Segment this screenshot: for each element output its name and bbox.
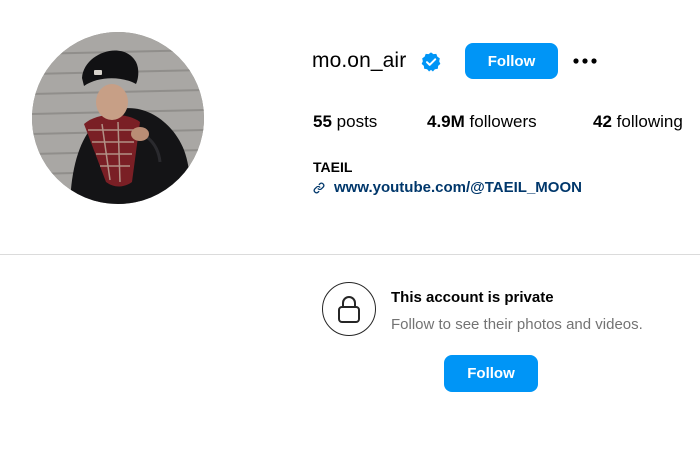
profile-stats: 55 posts 4.9M followers 42 following (0, 112, 700, 136)
more-options-icon[interactable] (570, 49, 600, 73)
posts-label: posts (336, 112, 378, 131)
private-account-title: This account is private (391, 289, 554, 306)
stat-followers[interactable]: 4.9M followers (427, 112, 537, 132)
lock-icon (338, 296, 360, 323)
posts-count: 55 (313, 112, 332, 131)
profile-display-name: TAEIL (313, 159, 353, 175)
follow-button-private[interactable]: Follow (444, 355, 538, 392)
following-count: 42 (593, 112, 612, 131)
link-icon (313, 182, 325, 193)
verified-badge-icon (421, 52, 441, 72)
bio-link[interactable]: www.youtube.com/@TAEIL_MOON (312, 179, 582, 196)
profile-page: mo.on_air Follow 55 posts 4.9M followers… (0, 0, 700, 465)
bio-link-text[interactable]: www.youtube.com/@TAEIL_MOON (334, 179, 582, 196)
section-divider (0, 254, 700, 255)
follow-button[interactable]: Follow (465, 43, 558, 79)
stat-following[interactable]: 42 following (593, 112, 683, 132)
followers-count: 4.9M (427, 112, 465, 131)
following-label: following (616, 112, 683, 131)
profile-username: mo.on_air (312, 49, 407, 72)
followers-label: followers (469, 112, 537, 131)
private-account-subtitle: Follow to see their photos and videos. (391, 316, 643, 333)
private-lock-badge (322, 282, 376, 336)
stat-posts: 55 posts (313, 112, 377, 132)
